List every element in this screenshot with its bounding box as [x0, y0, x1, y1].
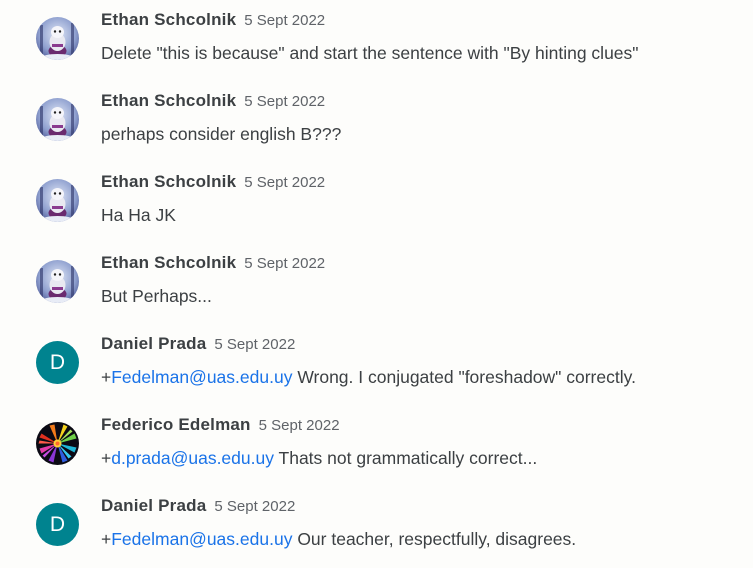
author-name: Daniel Prada [101, 334, 207, 353]
comment: D Daniel Prada 5 Sept 2022 +Fedelman@uas.… [0, 324, 753, 405]
comment-text: +Fedelman@uas.edu.uy Wrong. I conjugated… [101, 365, 636, 389]
comment-text: Ha Ha JK [101, 203, 176, 227]
comment-header: Ethan Schcolnik 5 Sept 2022 [101, 252, 325, 275]
comment-body-text: But Perhaps... [101, 286, 212, 306]
comment-date: 5 Sept 2022 [244, 255, 326, 272]
comment: Ethan Schcolnik 5 Sept 2022 Delete "this … [0, 0, 753, 81]
comment-text: +d.prada@uas.edu.uy Thats not grammatica… [101, 446, 537, 470]
comment: D Daniel Prada 5 Sept 2022 +Fedelman@uas.… [0, 486, 753, 567]
comment-header: Ethan Schcolnik 5 Sept 2022 [101, 171, 325, 194]
comment-date: 5 Sept 2022 [244, 93, 326, 110]
comment-body-text: Thats not grammatically correct... [273, 448, 538, 468]
comment-body-text: Wrong. I conjugated "foreshadow" correct… [292, 367, 636, 387]
comment-date: 5 Sept 2022 [258, 417, 340, 434]
comment: Ethan Schcolnik 5 Sept 2022 Ha Ha JK [0, 162, 753, 243]
author-name: Ethan Schcolnik [101, 10, 237, 29]
avatar[interactable] [36, 17, 79, 60]
comment-text: Delete "this is because" and start the s… [101, 41, 639, 65]
mention-link[interactable]: d.prada@uas.edu.uy [111, 448, 274, 468]
comment-thread: Ethan Schcolnik 5 Sept 2022 Delete "this … [0, 0, 753, 568]
comment-body-text: Ha Ha JK [101, 205, 176, 225]
user-photo-icon [36, 17, 79, 60]
comment-header: Federico Edelman 5 Sept 2022 [101, 414, 340, 437]
comment-date: 5 Sept 2022 [214, 498, 296, 515]
author-name: Ethan Schcolnik [101, 172, 237, 191]
mention-link[interactable]: Fedelman@uas.edu.uy [111, 367, 292, 387]
comment-body-text: Delete "this is because" and start the s… [101, 43, 639, 63]
user-photo-icon [36, 98, 79, 141]
comment-text: But Perhaps... [101, 284, 212, 308]
comment-text: +Fedelman@uas.edu.uy Our teacher, respec… [101, 527, 576, 551]
avatar[interactable] [36, 179, 79, 222]
comment: Federico Edelman 5 Sept 2022 +d.prada@uas… [0, 405, 753, 486]
author-name: Daniel Prada [101, 496, 207, 515]
user-photo-icon [36, 179, 79, 222]
comment-body-text: perhaps consider english B??? [101, 124, 342, 144]
comment: Ethan Schcolnik 5 Sept 2022 But Perhaps..… [0, 243, 753, 324]
comment-text: perhaps consider english B??? [101, 122, 341, 146]
avatar[interactable] [36, 422, 79, 465]
avatar[interactable] [36, 98, 79, 141]
author-name: Ethan Schcolnik [101, 91, 237, 110]
comment-body-text: Our teacher, respectfully, disagrees. [292, 529, 577, 549]
user-photo-icon [36, 260, 79, 303]
avatar[interactable] [36, 260, 79, 303]
comment-date: 5 Sept 2022 [244, 174, 326, 191]
comment-header: Daniel Prada 5 Sept 2022 [101, 495, 295, 518]
comment-date: 5 Sept 2022 [244, 12, 326, 29]
avatar-letter[interactable]: D [36, 503, 79, 546]
user-photo-icon [36, 422, 79, 465]
comment-date: 5 Sept 2022 [214, 336, 296, 353]
mention-prefix: + [101, 529, 112, 549]
comment-header: Ethan Schcolnik 5 Sept 2022 [101, 90, 325, 113]
mention-link[interactable]: Fedelman@uas.edu.uy [111, 529, 292, 549]
author-name: Ethan Schcolnik [101, 253, 237, 272]
author-name: Federico Edelman [101, 415, 251, 434]
comment-header: Daniel Prada 5 Sept 2022 [101, 333, 295, 356]
mention-prefix: + [101, 367, 112, 387]
comment-header: Ethan Schcolnik 5 Sept 2022 [101, 9, 325, 32]
mention-prefix: + [101, 448, 112, 468]
comment: Ethan Schcolnik 5 Sept 2022 perhaps consi… [0, 81, 753, 162]
avatar-letter[interactable]: D [36, 341, 79, 384]
